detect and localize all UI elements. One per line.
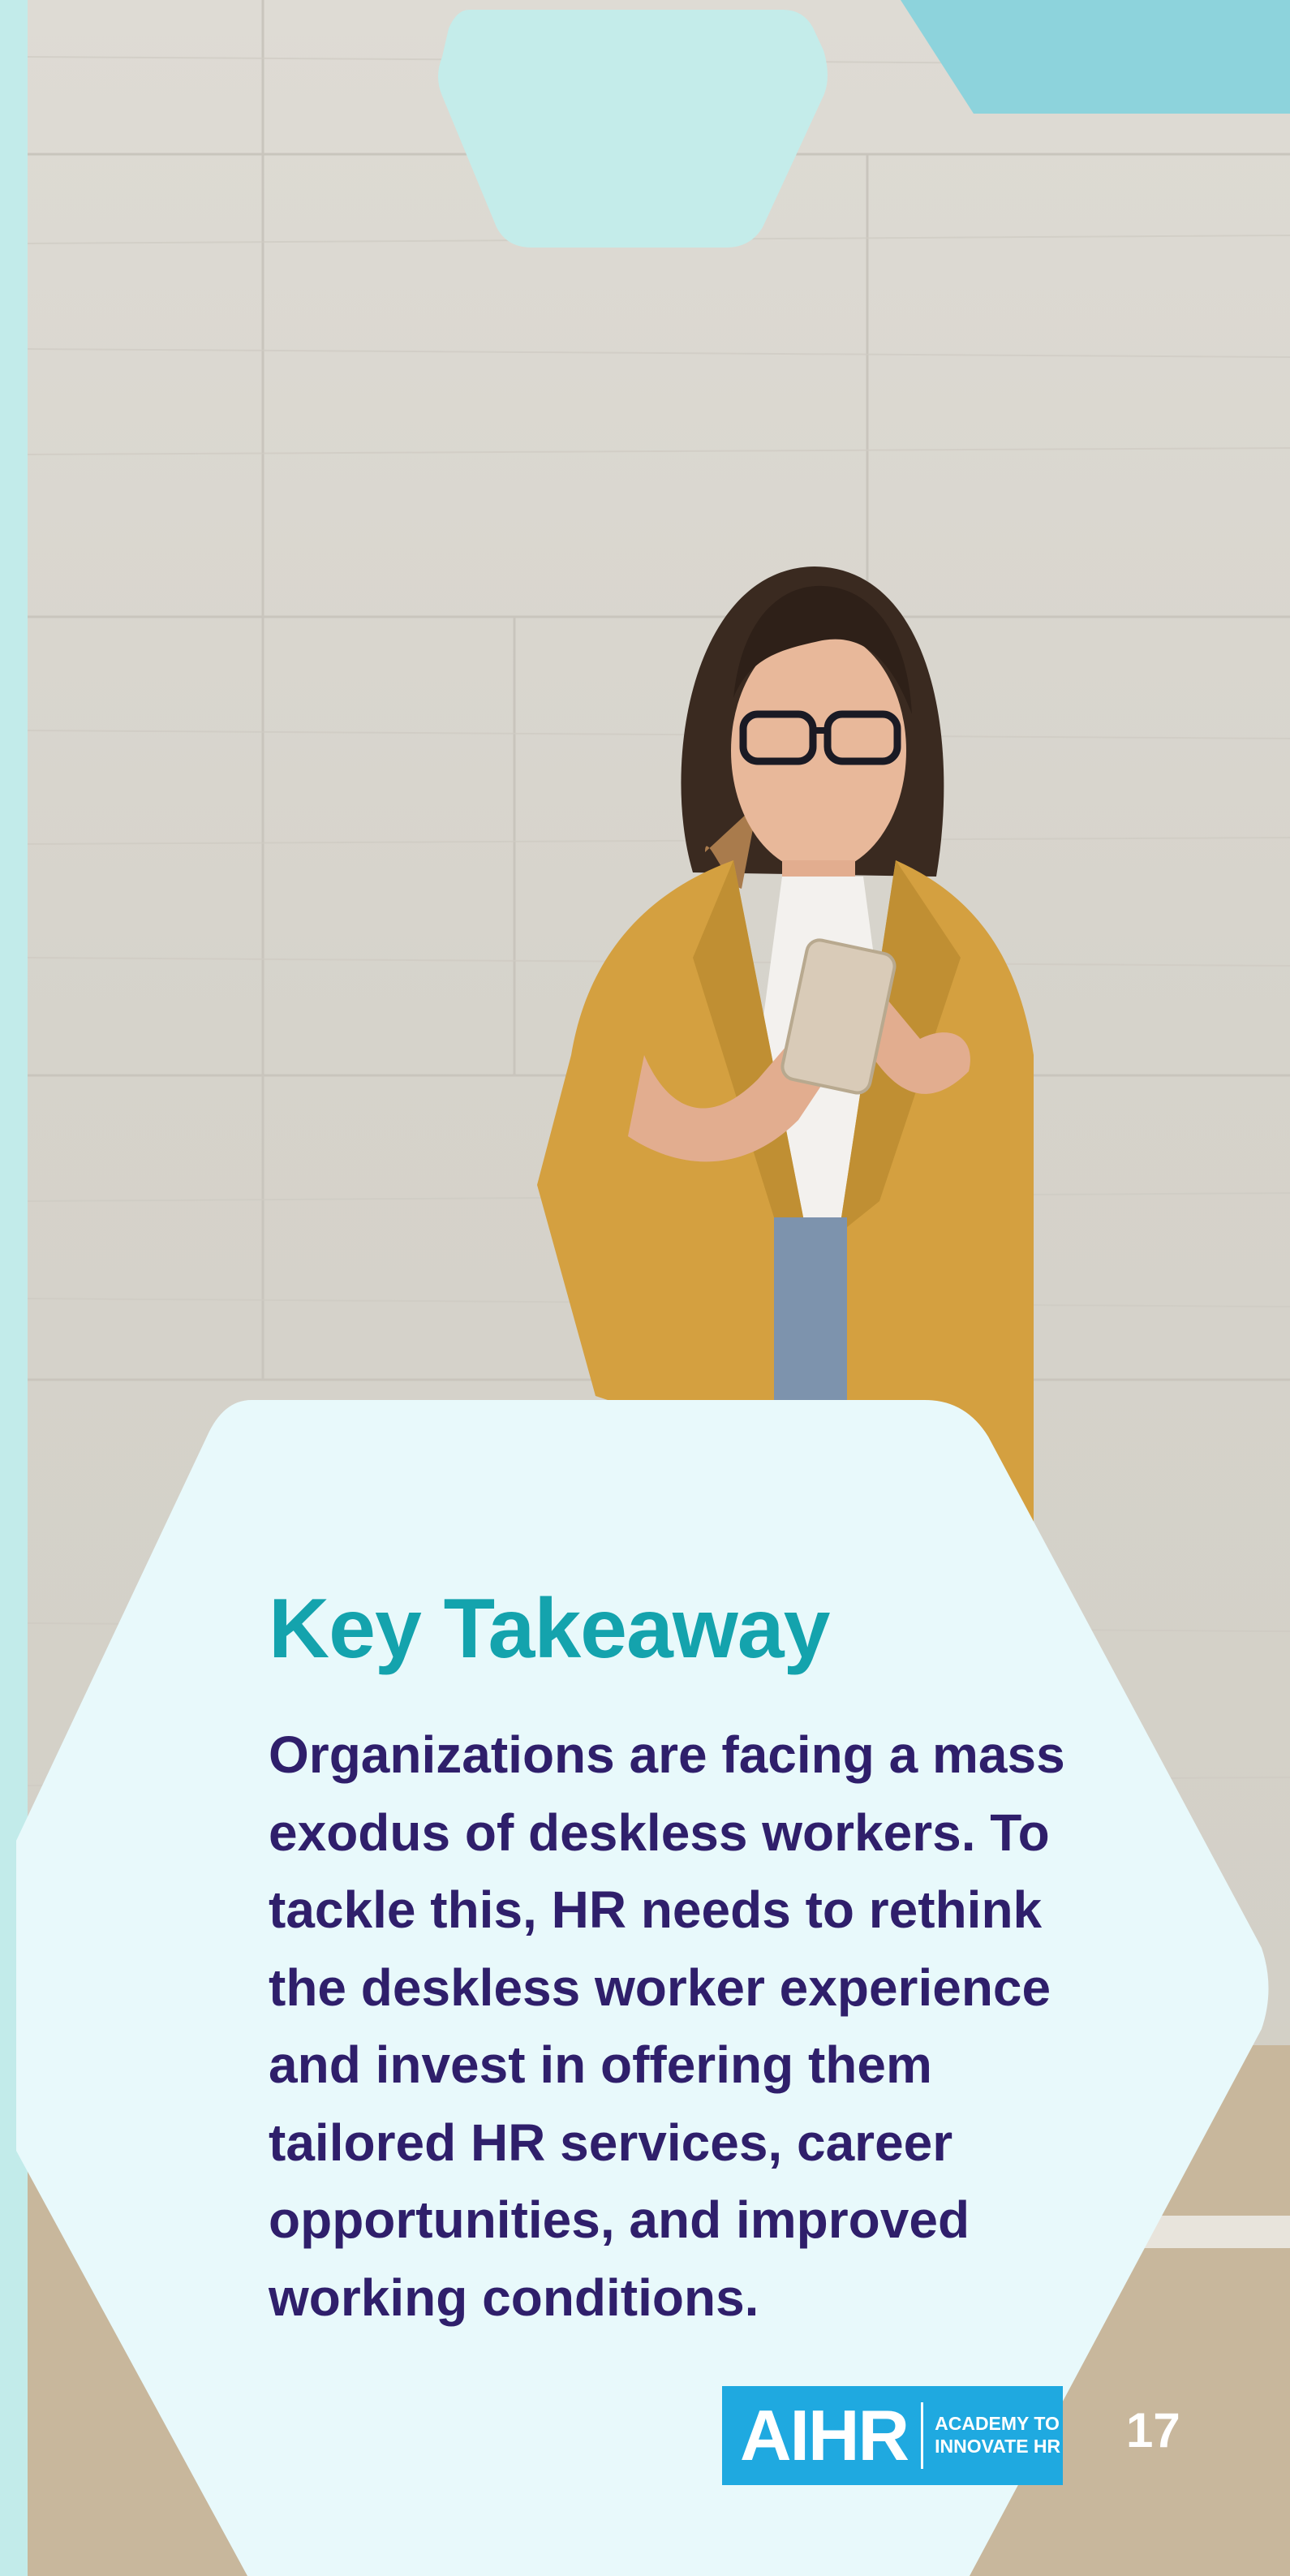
aihr-logo: AIHR ACADEMY TO INNOVATE HR <box>722 2386 1063 2485</box>
logo-wordmark: AIHR <box>740 2395 909 2475</box>
logo-divider <box>921 2402 924 2469</box>
page-number: 17 <box>1126 2403 1180 2458</box>
logo-tagline-line1: ACADEMY TO <box>935 2413 1060 2435</box>
top-hexagon <box>438 10 828 248</box>
logo-tagline: ACADEMY TO INNOVATE HR <box>935 2413 1060 2458</box>
takeaway-heading: Key Takeaway <box>269 1582 830 1676</box>
logo-tagline-line2: INNOVATE HR <box>935 2436 1061 2457</box>
takeaway-body: Organizations are facing a mass exodus o… <box>269 1725 1065 2327</box>
report-page: Key Takeaway Organizations are facing a … <box>0 0 1290 2576</box>
